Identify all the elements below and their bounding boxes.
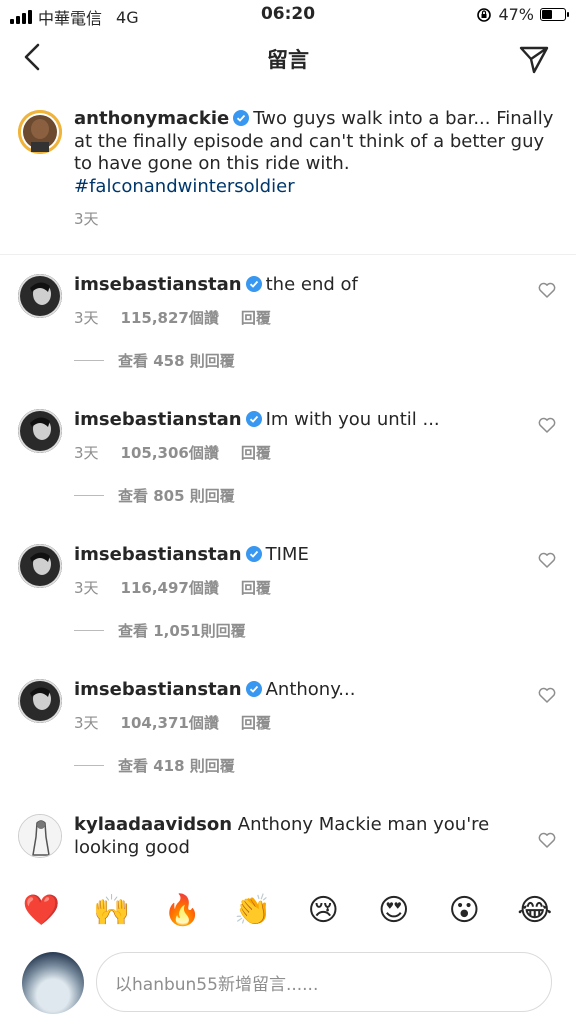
- comment-composer: 以hanbun55新增留言......: [0, 948, 576, 1018]
- emoji-heart-eyes-button[interactable]: 😍: [372, 893, 416, 928]
- caption-text: anthonymackie Two guys walk into a bar...…: [74, 108, 558, 198]
- reply-button[interactable]: 回覆: [241, 577, 271, 598]
- comment-text: Anthony...: [265, 679, 356, 700]
- emoji-quick-bar: ❤️ 🙌 🔥 👏 😢 😍 😮 😂: [0, 884, 576, 936]
- avatar[interactable]: [18, 110, 62, 154]
- divider: [0, 254, 576, 255]
- comment-text: TIME: [265, 544, 309, 565]
- avatar[interactable]: [18, 814, 62, 858]
- like-count[interactable]: 115,827個讚: [121, 307, 219, 328]
- emoji-crying-button[interactable]: 😢: [301, 893, 345, 928]
- view-replies-button[interactable]: 查看 418 則回覆: [74, 755, 235, 776]
- comment-age: 3天: [74, 308, 99, 327]
- view-replies-button[interactable]: 查看 458 則回覆: [74, 350, 235, 371]
- heart-icon[interactable]: [538, 832, 556, 848]
- comment-item: imsebastianstan TIME 3天 116,497個讚 回覆 查看 1,0…: [18, 544, 558, 640]
- page-title: 留言: [267, 48, 309, 72]
- username[interactable]: anthonymackie: [74, 108, 229, 129]
- comment-age: 3天: [74, 713, 99, 732]
- heart-icon[interactable]: [538, 417, 556, 433]
- battery-percent: 47%: [498, 5, 534, 24]
- comment-text: Im with you until ...: [265, 409, 440, 430]
- orientation-lock-icon: [477, 7, 492, 22]
- comment-input[interactable]: 以hanbun55新增留言......: [96, 952, 552, 1012]
- reply-button[interactable]: 回覆: [241, 442, 271, 463]
- like-count[interactable]: 116,497個讚: [121, 577, 219, 598]
- username[interactable]: imsebastianstan: [74, 679, 242, 700]
- emoji-surprised-button[interactable]: 😮: [442, 893, 486, 928]
- like-count[interactable]: 104,371個讚: [121, 712, 219, 733]
- like-count[interactable]: 105,306個讚: [121, 442, 219, 463]
- username[interactable]: kylaadaavidson: [74, 814, 232, 835]
- emoji-fire-button[interactable]: 🔥: [160, 893, 204, 928]
- emoji-clap-button[interactable]: 👏: [231, 893, 275, 928]
- caption-age: 3天: [74, 210, 99, 228]
- username[interactable]: imsebastianstan: [74, 409, 242, 430]
- comment-item: imsebastianstan Im with you until ... 3天 1…: [18, 409, 558, 505]
- comment-item: imsebastianstan the end of 3天 115,827個讚 回覆 …: [18, 274, 558, 370]
- status-bar: 中華電信 4G 06:20 47%: [0, 0, 576, 30]
- emoji-heart-button[interactable]: ❤️: [19, 893, 63, 928]
- avatar[interactable]: [18, 409, 62, 453]
- post-caption: anthonymackie Two guys walk into a bar...…: [18, 108, 558, 229]
- comment-item: imsebastianstan Anthony... 3天 104,371個讚 回覆 …: [18, 679, 558, 775]
- emoji-laughing-button[interactable]: 😂: [513, 893, 557, 928]
- emoji-raised-hands-button[interactable]: 🙌: [90, 893, 134, 928]
- verified-badge-icon: [245, 411, 262, 427]
- username[interactable]: imsebastianstan: [74, 274, 242, 295]
- reply-button[interactable]: 回覆: [241, 307, 271, 328]
- nav-bar: 留言: [0, 30, 576, 88]
- verified-badge-icon: [233, 110, 250, 126]
- heart-icon[interactable]: [538, 552, 556, 568]
- verified-badge-icon: [245, 681, 262, 697]
- reply-button[interactable]: 回覆: [241, 712, 271, 733]
- username[interactable]: imsebastianstan: [74, 544, 242, 565]
- verified-badge-icon: [245, 276, 262, 292]
- hashtag-link[interactable]: #falconandwintersoldier: [74, 176, 295, 197]
- heart-icon[interactable]: [538, 282, 556, 298]
- battery-icon: [540, 8, 569, 21]
- avatar[interactable]: [18, 544, 62, 588]
- view-replies-button[interactable]: 查看 805 則回覆: [74, 485, 235, 506]
- avatar: [22, 952, 84, 1014]
- comment-item: kylaadaavidson Anthony Mackie man you're…: [18, 814, 558, 859]
- comment-age: 3天: [74, 578, 99, 597]
- comment-text: the end of: [265, 274, 358, 295]
- avatar[interactable]: [18, 274, 62, 318]
- verified-badge-icon: [245, 546, 262, 562]
- avatar[interactable]: [18, 679, 62, 723]
- view-replies-button[interactable]: 查看 1,051則回覆: [74, 620, 246, 641]
- direct-send-icon[interactable]: [518, 43, 550, 75]
- heart-icon[interactable]: [538, 687, 556, 703]
- comment-age: 3天: [74, 443, 99, 462]
